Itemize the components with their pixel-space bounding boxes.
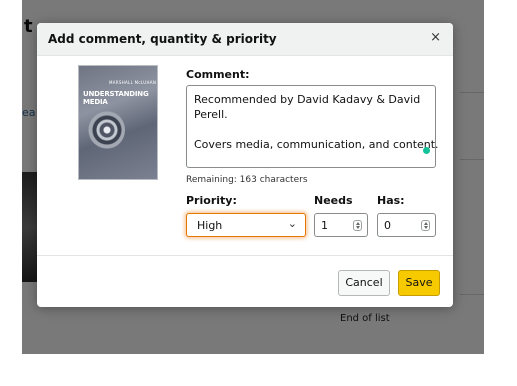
has-label: Has:: [377, 194, 405, 207]
book-cover-art: [85, 110, 125, 150]
dialog-title: Add comment, quantity & priority: [48, 32, 277, 46]
comment-text-line: [194, 122, 428, 137]
book-cover-author: MARSHALL McLUHAN: [109, 80, 157, 85]
close-icon[interactable]: ×: [430, 30, 441, 45]
save-button[interactable]: Save: [398, 270, 440, 296]
needs-quantity-stepper[interactable]: 1: [314, 213, 368, 237]
book-cover-image: MARSHALL McLUHAN UNDERSTANDING MEDIA: [79, 66, 157, 179]
priority-label: Priority:: [186, 194, 237, 207]
priority-select-value: High: [197, 219, 223, 232]
book-cover-title: UNDERSTANDING MEDIA: [83, 90, 149, 106]
stepper-arrows-icon[interactable]: [353, 220, 362, 231]
cancel-button[interactable]: Cancel: [338, 270, 390, 296]
has-value: 0: [384, 219, 391, 232]
comment-text-line: Recommended by David Kadavy & David: [194, 93, 421, 106]
dialog-footer: Cancel Save: [37, 255, 453, 307]
remaining-characters: Remaining: 163 characters: [186, 175, 308, 185]
needs-label: Needs: [314, 194, 353, 207]
dialog-header: Add comment, quantity & priority ×: [37, 23, 453, 56]
add-comment-dialog: Add comment, quantity & priority × MARSH…: [37, 23, 453, 307]
comment-text-line: Covers media, communication, and content…: [194, 138, 439, 151]
grammar-check-dot-icon[interactable]: [423, 147, 430, 154]
has-quantity-stepper[interactable]: 0: [377, 213, 436, 237]
comment-text-line: Perell.: [194, 108, 228, 121]
comment-textarea[interactable]: Recommended by David Kadavy & David Pere…: [186, 85, 439, 168]
stepper-arrows-icon[interactable]: [421, 220, 430, 231]
chevron-down-icon: ⌄: [287, 217, 297, 230]
priority-select[interactable]: High ⌄: [186, 213, 306, 237]
needs-value: 1: [321, 219, 328, 232]
comment-label: Comment:: [186, 68, 250, 81]
